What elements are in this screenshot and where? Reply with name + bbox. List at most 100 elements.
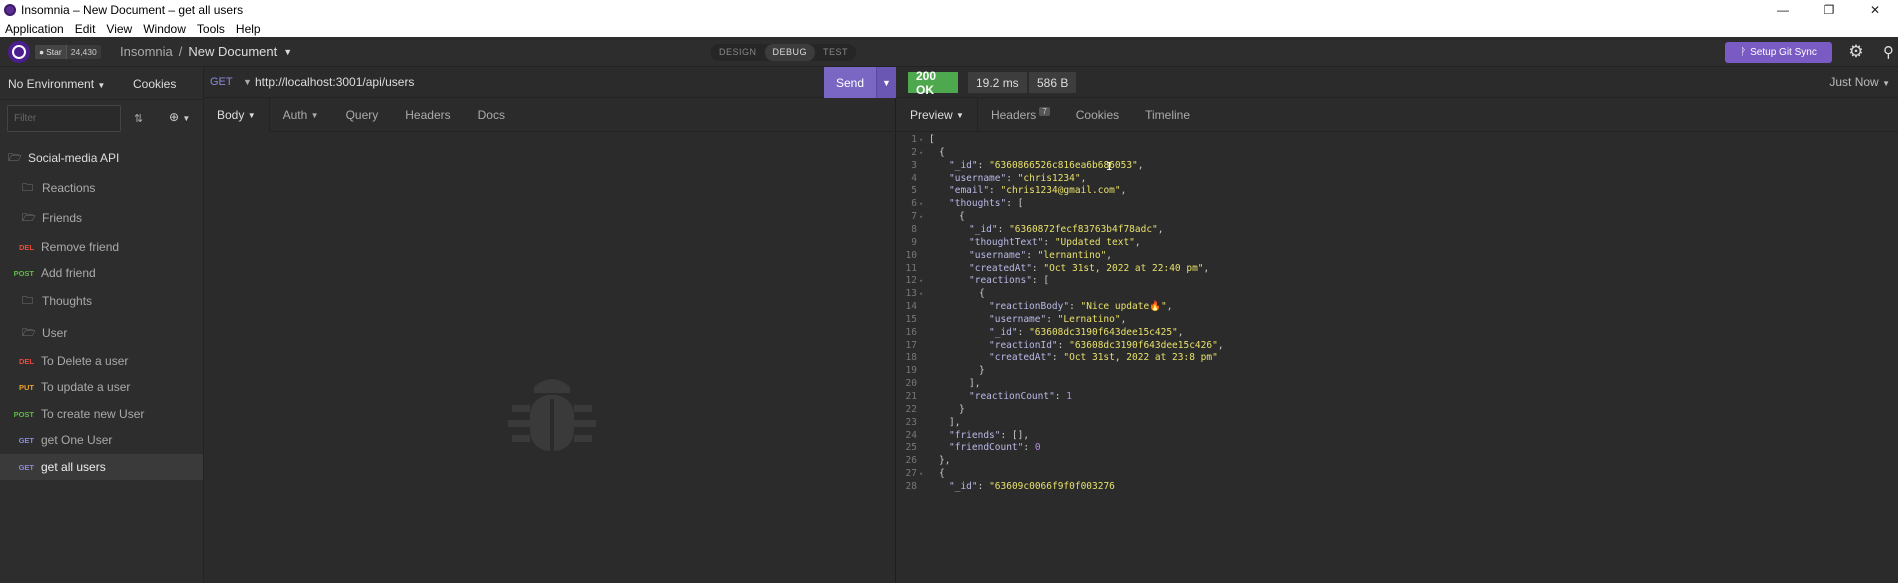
json-punctuation: : [1054,391,1067,402]
tab-auth[interactable]: Auth ▼ [270,98,333,132]
environment-label: No Environment [8,77,95,91]
json-string: "lernantino" [1037,249,1107,261]
insomnia-logo-icon[interactable] [8,41,30,63]
chevron-down-icon[interactable]: ▼ [283,47,292,57]
response-body-viewer[interactable]: I 1 ▾[2 ▾{3 "_id": "6360866526c816ea6b68605… [897,133,1898,583]
code-content: [ [929,134,935,145]
menu-tools[interactable]: Tools [197,22,225,36]
sidebar-item-label: User [42,326,68,340]
code-content: "thoughtText": "Updated text", [929,237,1141,248]
menu-window[interactable]: Window [143,22,186,36]
code-line: 2 ▾{ [897,146,945,159]
filter-input[interactable] [7,105,121,132]
menu-edit[interactable]: Edit [75,22,96,36]
code-content: "email": "chris1234@gmail.com", [929,185,1126,196]
tab-headers[interactable]: Headers [392,98,464,132]
code-line: 1 ▾[ [897,133,935,146]
sidebar-item-label: get all users [41,460,106,474]
method-selector[interactable]: GET [210,76,233,88]
mode-switcher: DESIGN DEBUG TEST [711,44,857,61]
gear-icon[interactable]: ⚙ [1846,42,1866,62]
menu-help[interactable]: Help [236,22,261,36]
sidebar-item-label: get One User [41,433,113,447]
code-content: { [929,147,945,158]
tab-timeline[interactable]: Timeline [1132,98,1203,132]
sidebar-item-get-all-users[interactable]: GET get all users [0,454,203,480]
minimize-icon[interactable]: — [1760,0,1806,20]
json-punctuation: , [1080,172,1087,184]
sidebar-item-create-user[interactable]: POST To create new User [0,401,203,427]
json-string: "6360866526c816ea6b686053" [989,159,1138,171]
code-content: "createdAt": "Oct 31st, 2022 at 23:8 pm" [929,352,1218,363]
json-punctuation: , [1120,185,1127,197]
sidebar-item-update-user[interactable]: PUT To update a user [0,374,203,400]
sidebar-item-user[interactable]: 🗁 User [0,320,203,346]
close-icon[interactable]: ✕ [1852,0,1898,20]
url-input[interactable]: http://localhost:3001/api/users [255,75,414,89]
send-button[interactable]: Send [824,67,876,98]
sidebar-item-thoughts[interactable]: 🗀 Thoughts [0,288,203,314]
maximize-icon[interactable]: ❐ [1806,0,1852,20]
setup-git-sync-button[interactable]: ᚹ Setup Git Sync [1725,42,1832,63]
tab-query[interactable]: Query [333,98,393,132]
code-line: 24 "friends": [], [897,429,1030,442]
chevron-down-icon: ▼ [1882,79,1890,88]
sidebar-item-friends[interactable]: 🗁 Friends [0,205,203,231]
search-icon[interactable]: ⚲ [1883,43,1898,63]
sidebar-item-label: Remove friend [41,240,120,254]
code-line: 7 ▾{ [897,210,964,223]
json-punctuation: : [977,480,990,492]
send-options-chevron-icon[interactable]: ▼ [876,67,896,98]
chevron-down-icon: ▼ [310,110,319,120]
code-line: 3 "_id": "6360866526c816ea6b686053", [897,159,1144,172]
json-punctuation: : [977,159,990,171]
cookies-button[interactable]: Cookies [133,77,176,91]
tab-debug[interactable]: DEBUG [764,44,816,61]
sidebar-item-delete-user[interactable]: DEL To Delete a user [0,348,203,374]
sidebar-item-label: Friends [42,211,83,225]
sidebar-item-add-friend[interactable]: POST Add friend [0,260,203,286]
sidebar-item-remove-friend[interactable]: DEL Remove friend [0,234,203,260]
json-number: 1 [1066,391,1072,402]
code-content: "_id": "63608dc3190f643dee15c425", [929,327,1184,338]
breadcrumb-document[interactable]: New Document [188,44,277,59]
github-star-button[interactable]: ● Star 24,430 [35,45,101,59]
json-punctuation: : [1031,262,1044,274]
code-line: 8 "_id": "6360872fecf83763b4f78adc", [897,223,1163,236]
code-content: "reactionId": "63608dc3190f643dee15c426"… [929,340,1224,351]
tab-test[interactable]: TEST [815,44,856,61]
tab-body[interactable]: Body ▼ [204,98,270,132]
sort-icon[interactable]: ⇅ [134,112,143,125]
line-number: 4 [911,172,917,184]
response-history-selector[interactable]: Just Now ▼ [1829,75,1890,89]
json-punctuation: , [1120,313,1127,325]
code-line: 26}, [897,454,951,467]
github-star-count: 24,430 [65,45,101,59]
menu-view[interactable]: View [106,22,132,36]
json-punctuation: : [1023,442,1035,454]
menu-application[interactable]: Application [5,22,64,36]
add-item-icon[interactable]: ⊕ ▼ [169,110,190,124]
status-badge: 200 OK [908,69,958,97]
sidebar-item-reactions[interactable]: 🗀 Reactions [0,175,203,201]
tab-preview[interactable]: Preview ▼ [897,98,978,132]
line-number: 14 [905,301,917,313]
code-content: "reactionCount": 1 [929,391,1072,402]
json-key: "reactionId" [989,339,1058,351]
url-bar: GET ▼ http://localhost:3001/api/users Se… [204,67,896,98]
breadcrumb: Insomnia / New Document ▼ [120,44,292,59]
line-number: 24 [905,429,917,441]
breadcrumb-root[interactable]: Insomnia [120,44,173,59]
tab-design[interactable]: DESIGN [711,44,765,61]
tab-response-cookies[interactable]: Cookies [1063,98,1132,132]
sidebar-item-get-one-user[interactable]: GET get One User [0,427,203,453]
code-line: 28 "_id": "63609c0066f9f0f003276 [897,480,1115,493]
tab-response-headers[interactable]: Headers 7 [978,98,1063,132]
environment-selector[interactable]: No Environment ▼ [8,77,105,91]
json-punctuation: : [1069,301,1081,313]
chevron-down-icon[interactable]: ▼ [243,77,252,87]
json-punctuation: , [1137,159,1144,171]
collection-folder[interactable]: 🗁 Social-media API [0,145,203,171]
tab-docs[interactable]: Docs [465,98,519,132]
json-punctuation: [ [929,134,935,145]
